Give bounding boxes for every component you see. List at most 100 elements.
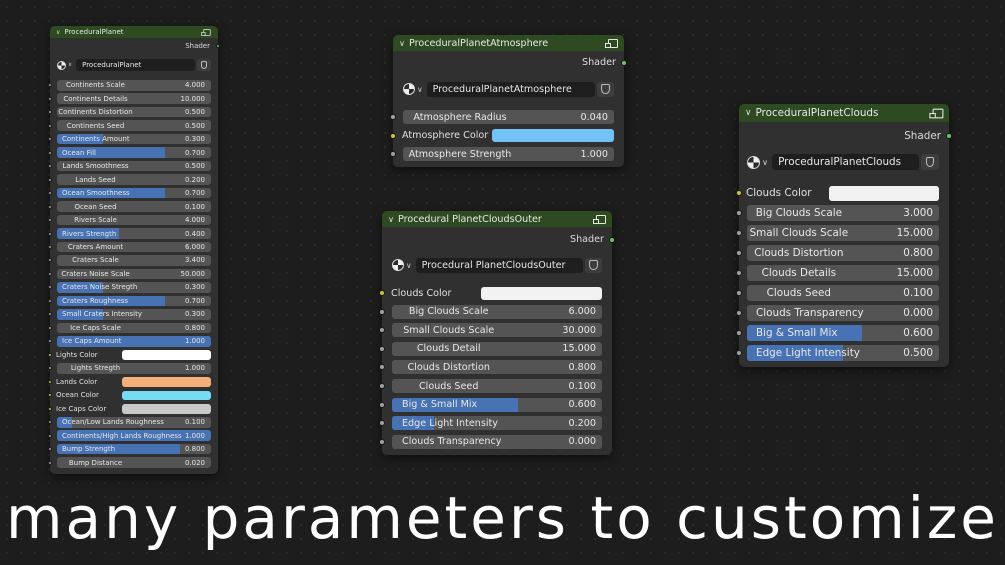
shader-node[interactable]: ∨ ProceduralPlanetAtmosphere Shader ∨ Proced…	[390, 35, 627, 168]
value-input-socket[interactable]	[48, 271, 52, 276]
value-input-socket[interactable]	[736, 269, 742, 276]
value-input-socket[interactable]	[48, 245, 52, 249]
shader-node[interactable]: ∨ ProceduralPlanetClouds Shader ∨ Procedural…	[736, 104, 952, 367]
node-group-selector[interactable]: ∨ ProceduralPlanet	[57, 59, 211, 71]
value-slider[interactable]: Ocean Seed 0.100	[57, 201, 211, 212]
value-input-socket[interactable]	[736, 289, 742, 296]
value-input-socket[interactable]	[48, 339, 52, 344]
shader-node[interactable]: ∨ ProceduralPlanet Shader ∨ ProceduralPlanet…	[48, 26, 220, 474]
value-input-socket[interactable]	[48, 150, 52, 155]
node-group-name-field[interactable]: Procedural PlanetCloudsOuter	[415, 257, 583, 273]
color-input-socket[interactable]	[390, 132, 396, 139]
node-tree-icon[interactable]	[392, 259, 404, 271]
value-slider[interactable]: Lands Smoothness 0.500	[57, 160, 211, 172]
value-input-socket[interactable]	[48, 460, 52, 465]
chevron-down-icon[interactable]: ∨	[745, 108, 751, 118]
value-input-socket[interactable]	[48, 177, 52, 182]
value-input-socket[interactable]	[48, 191, 52, 196]
value-input-socket[interactable]	[48, 231, 52, 236]
value-input-socket[interactable]	[48, 218, 52, 223]
fake-user-button[interactable]	[197, 59, 211, 71]
fake-user-button[interactable]	[921, 154, 939, 170]
value-input-socket[interactable]	[48, 83, 52, 88]
value-slider[interactable]: Ocean/Low Lands Roughness 0.100	[57, 417, 211, 428]
value-input-socket[interactable]	[48, 433, 52, 438]
value-slider[interactable]: Clouds Distortion 0.800	[392, 360, 602, 375]
value-slider[interactable]: Atmosphere Strength 1.000	[403, 147, 614, 162]
chevron-down-icon[interactable]: ∨	[762, 157, 768, 167]
node-group-name-field[interactable]: ProceduralPlanetAtmosphere	[426, 81, 595, 97]
color-swatch[interactable]	[492, 129, 614, 143]
node-tree-icon[interactable]	[57, 60, 66, 70]
value-slider[interactable]: Ocean Smoothness 0.700	[57, 187, 211, 199]
value-slider[interactable]: Craters Noise Scale 50.000	[57, 268, 211, 280]
node-group-icon[interactable]	[201, 28, 211, 36]
node-group-icon[interactable]	[929, 108, 944, 118]
chevron-down-icon[interactable]: ∨	[68, 62, 72, 68]
value-input-socket[interactable]	[48, 258, 52, 263]
value-input-socket[interactable]	[736, 309, 742, 316]
node-group-icon[interactable]	[605, 38, 618, 48]
value-slider[interactable]: Lights Stregth 1.000	[57, 363, 211, 374]
value-input-socket[interactable]	[379, 345, 385, 352]
node-group-icon[interactable]	[593, 214, 606, 224]
value-slider[interactable]: Big & Small Mix 0.600	[747, 324, 939, 341]
color-swatch[interactable]	[481, 286, 602, 300]
color-swatch[interactable]	[829, 185, 939, 201]
value-slider[interactable]: Clouds Detail 15.000	[392, 341, 602, 356]
value-input-socket[interactable]	[736, 229, 742, 236]
value-slider[interactable]: Clouds Distortion 0.800	[747, 244, 939, 261]
chevron-down-icon[interactable]: ∨	[417, 85, 423, 94]
node-header[interactable]: ∨ ProceduralPlanetAtmosphere	[393, 35, 624, 51]
value-input-socket[interactable]	[48, 204, 52, 209]
color-input-socket[interactable]	[379, 290, 385, 296]
value-slider[interactable]: Continents Distortion 0.500	[57, 106, 211, 118]
value-slider[interactable]: Craters Amount 6.000	[57, 241, 211, 253]
chevron-down-icon[interactable]: ∨	[406, 261, 412, 270]
shader-output-socket[interactable]	[216, 44, 220, 48]
value-input-socket[interactable]	[48, 96, 52, 101]
shader-output-socket[interactable]	[609, 237, 615, 243]
value-slider[interactable]: Big & Small Mix 0.600	[392, 397, 602, 412]
node-header[interactable]: ∨ ProceduralPlanet	[50, 26, 218, 38]
shader-output-socket[interactable]	[946, 133, 952, 139]
value-slider[interactable]: Clouds Details 15.000	[747, 264, 939, 281]
value-input-socket[interactable]	[48, 420, 52, 425]
value-input-socket[interactable]	[379, 420, 385, 427]
value-slider[interactable]: Ice Caps Amount 1.000	[57, 336, 211, 347]
value-input-socket[interactable]	[736, 349, 742, 356]
value-slider[interactable]: Continents Scale 4.000	[57, 80, 211, 91]
color-swatch[interactable]	[122, 350, 211, 360]
node-group-name-field[interactable]: ProceduralPlanet	[76, 59, 195, 71]
value-input-socket[interactable]	[379, 364, 385, 371]
value-slider[interactable]: Atmosphere Radius 0.040	[403, 110, 614, 124]
value-input-socket[interactable]	[48, 366, 52, 371]
value-slider[interactable]: Rivers Scale 4.000	[57, 214, 211, 226]
value-slider[interactable]: Bump Distance 0.020	[57, 457, 211, 468]
value-slider[interactable]: Rivers Strength 0.400	[57, 228, 211, 239]
color-input-socket[interactable]	[736, 190, 742, 196]
value-slider[interactable]: Continents Seed 0.500	[57, 120, 211, 131]
chevron-down-icon[interactable]: ∨	[388, 214, 394, 224]
value-slider[interactable]: Big Clouds Scale 3.000	[747, 204, 939, 221]
node-header[interactable]: ∨ ProceduralPlanetClouds	[739, 104, 949, 122]
value-input-socket[interactable]	[48, 447, 52, 452]
value-input-socket[interactable]	[48, 312, 52, 317]
node-tree-icon[interactable]	[403, 83, 415, 95]
value-slider[interactable]: Bump Strength 0.800	[57, 443, 211, 455]
value-input-socket[interactable]	[390, 151, 396, 158]
value-slider[interactable]: Continents/High Lands Roughness 1.000	[57, 430, 211, 441]
value-slider[interactable]: Clouds Seed 0.100	[747, 284, 939, 301]
value-slider[interactable]: Craters Noise Stregth 0.300	[57, 282, 211, 293]
node-header[interactable]: ∨ Procedural PlanetCloudsOuter	[382, 211, 612, 227]
value-slider[interactable]: Continents Details 10.000	[57, 93, 211, 104]
value-slider[interactable]: Small Clouds Scale 15.000	[747, 224, 939, 241]
color-input-socket[interactable]	[48, 379, 52, 384]
node-group-selector[interactable]: ∨ ProceduralPlanetClouds	[747, 154, 939, 170]
value-slider[interactable]: Big Clouds Scale 6.000	[392, 304, 602, 319]
value-input-socket[interactable]	[390, 114, 396, 120]
color-input-socket[interactable]	[48, 406, 52, 411]
value-input-socket[interactable]	[48, 137, 52, 142]
fake-user-button[interactable]	[585, 257, 602, 273]
value-input-socket[interactable]	[379, 308, 385, 315]
